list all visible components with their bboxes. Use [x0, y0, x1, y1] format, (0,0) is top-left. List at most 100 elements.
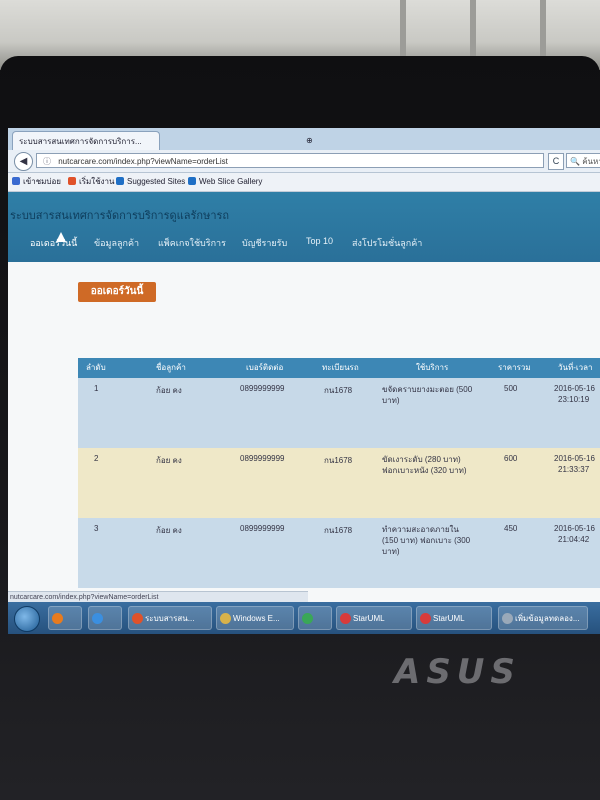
cell-date: 2016-05-16 [554, 524, 595, 533]
folder-icon [220, 613, 231, 624]
nav-item-income[interactable]: บัญชีรายรับ [242, 236, 287, 250]
ie-icon [188, 177, 196, 185]
cell-date: 2016-05-16 [554, 454, 595, 463]
favorite-item[interactable]: Suggested Sites [116, 173, 185, 191]
favorite-item[interactable]: Web Slice Gallery [188, 173, 262, 191]
cell-price: 450 [504, 524, 518, 533]
app-icon [502, 613, 513, 624]
browser-tab-bar: ระบบสารสนเทศการจัดการบริการ... ✕ ⊕ [8, 128, 600, 150]
cell-phone: 0899999999 [240, 384, 285, 393]
nav-item-customers[interactable]: ข้อมูลลูกค้า [94, 236, 139, 250]
column-header: เบอร์ติดต่อ [246, 363, 284, 372]
favorite-label: เริ่มใช้งาน [79, 177, 115, 186]
site-title: ระบบสารสนเทศการจัดการบริการดูแลรักษารถ [10, 210, 230, 222]
taskbar-item[interactable] [88, 606, 122, 630]
cell-time: 23:10:19 [558, 395, 590, 404]
favorite-item[interactable]: เริ่มใช้งาน [68, 173, 115, 191]
cell-time: 21:33:37 [558, 465, 590, 474]
orders-table: ลำดับ ชื่อลูกค้า เบอร์ติดต่อ ทะเบียนรถ ใ… [78, 358, 600, 588]
cell-price: 500 [504, 384, 518, 393]
column-header: ราคารวม [498, 363, 531, 372]
ie-icon [116, 177, 124, 185]
column-header: ทะเบียนรถ [322, 363, 359, 372]
taskbar-item[interactable]: Windows E... [216, 606, 294, 630]
browser-tab[interactable] [164, 131, 284, 150]
column-header: ชื่อลูกค้า [156, 363, 186, 372]
laptop-screen: ระบบสารสนเทศการจัดการบริการ... ✕ ⊕ ◀ ⓘ n… [8, 128, 600, 634]
table-header: ลำดับ ชื่อลูกค้า เบอร์ติดต่อ ทะเบียนรถ ใ… [78, 358, 600, 378]
favorite-label: เข้าชมบ่อย [23, 177, 61, 186]
new-tab-button[interactable]: ⊕ [300, 131, 320, 150]
staruml-icon [340, 613, 351, 624]
start-button[interactable] [14, 606, 40, 632]
cell-name: ก้อย คง [156, 456, 182, 465]
browser-tab-active[interactable]: ระบบสารสนเทศการจัดการบริการ... ✕ [12, 131, 160, 150]
taskbar-item[interactable]: ระบบสารสน... [128, 606, 212, 630]
bookmark-icon [12, 177, 20, 185]
url-text: nutcarcare.com/index.php?viewName=orderL… [58, 157, 228, 166]
search-input[interactable]: 🔍 ค้นหา [566, 153, 600, 168]
cell-name: ก้อย คง [156, 526, 182, 535]
cell-date: 2016-05-16 [554, 384, 595, 393]
cell-price: 600 [504, 454, 518, 463]
favorites-bar: เข้าชมบ่อย เริ่มใช้งาน Suggested Sites W… [8, 173, 600, 192]
cell-time: 21:04:42 [558, 535, 590, 544]
favorite-item[interactable]: เข้าชมบ่อย [12, 173, 61, 191]
column-header: ลำดับ [86, 363, 106, 372]
cell-no: 3 [94, 524, 99, 533]
taskbar: ระบบสารสน... Windows E... StarUML StarUM… [8, 602, 600, 634]
taskbar-item[interactable] [298, 606, 332, 630]
favorite-label: Web Slice Gallery [199, 177, 263, 186]
table-row[interactable]: 2 ก้อย คง 0899999999 กน1678 ขัดเงาระดับ … [78, 448, 600, 518]
table-row[interactable]: 3 ก้อย คง 0899999999 กน1678 ทำความสะอาดภ… [78, 518, 600, 588]
taskbar-item[interactable]: เพิ่มข้อมูลทดลอง... [498, 606, 588, 630]
new-tab-icon: ⊕ [306, 136, 313, 145]
cell-plate: กน1678 [324, 386, 353, 395]
search-placeholder: ค้นหา [582, 157, 600, 166]
column-header: ใช้บริการ [416, 363, 449, 372]
brand-logo: ASUS [394, 652, 521, 692]
table-row[interactable]: 1 ก้อย คง 0899999999 กน1678 ขจัดคราบยางม… [78, 378, 600, 448]
taskbar-item[interactable] [48, 606, 82, 630]
media-player-icon [52, 613, 63, 624]
nav-item-orders-today[interactable]: ออเดอร์วันนี้ [30, 236, 77, 250]
cell-service: ขัดเงาระดับ (280 บาท) ฟอกเบาะหนัง (320 บ… [382, 455, 467, 475]
cell-plate: กน1678 [324, 526, 353, 535]
refresh-button[interactable]: C [548, 153, 564, 170]
cell-phone: 0899999999 [240, 454, 285, 463]
nav-item-top10[interactable]: Top 10 [306, 236, 333, 246]
cell-name: ก้อย คง [156, 386, 182, 395]
favorite-label: Suggested Sites [127, 177, 186, 186]
taskbar-label: ระบบสารสน... [145, 614, 195, 623]
taskbar-item[interactable]: StarUML [336, 606, 412, 630]
info-icon: ⓘ [43, 157, 51, 166]
refresh-icon: C [552, 156, 560, 166]
cell-no: 1 [94, 384, 99, 393]
column-header: วันที่-เวลา [558, 363, 593, 372]
cell-phone: 0899999999 [240, 524, 285, 533]
ie-icon [92, 613, 103, 624]
mouse-cursor [56, 232, 66, 242]
cell-service: ขจัดคราบยางมะตอย (500 บาท) [382, 385, 473, 405]
site-header: ระบบสารสนเทศการจัดการบริการดูแลรักษารถ อ… [8, 192, 600, 262]
taskbar-label: StarUML [433, 614, 465, 623]
nav-item-promotion[interactable]: ส่งโปรโมชั่นลูกค้า [352, 236, 422, 250]
firefox-icon [68, 177, 76, 185]
staruml-icon [420, 613, 431, 624]
page-heading: ออเดอร์วันนี้ [78, 282, 156, 302]
chrome-icon [302, 613, 313, 624]
cell-service: ทำความสะอาดภายใน (150 บาท) ฟอกเบาะ (300 … [382, 525, 471, 556]
search-icon: 🔍 [570, 157, 580, 166]
taskbar-label: Windows E... [233, 614, 280, 623]
nav-item-packages[interactable]: แพ็คเกจใช้บริการ [158, 236, 226, 250]
address-bar: ◀ ⓘ nutcarcare.com/index.php?viewName=or… [8, 150, 600, 173]
back-button[interactable]: ◀ [14, 152, 33, 171]
tab-label: ระบบสารสนเทศการจัดการบริการ... [19, 137, 142, 146]
cell-no: 2 [94, 454, 99, 463]
arrow-left-icon: ◀ [19, 156, 28, 167]
status-bar: nutcarcare.com/index.php?viewName=orderL… [8, 591, 308, 602]
cell-plate: กน1678 [324, 456, 353, 465]
taskbar-item[interactable]: StarUML [416, 606, 492, 630]
taskbar-label: StarUML [353, 614, 385, 623]
url-input[interactable]: ⓘ nutcarcare.com/index.php?viewName=orde… [36, 153, 544, 168]
